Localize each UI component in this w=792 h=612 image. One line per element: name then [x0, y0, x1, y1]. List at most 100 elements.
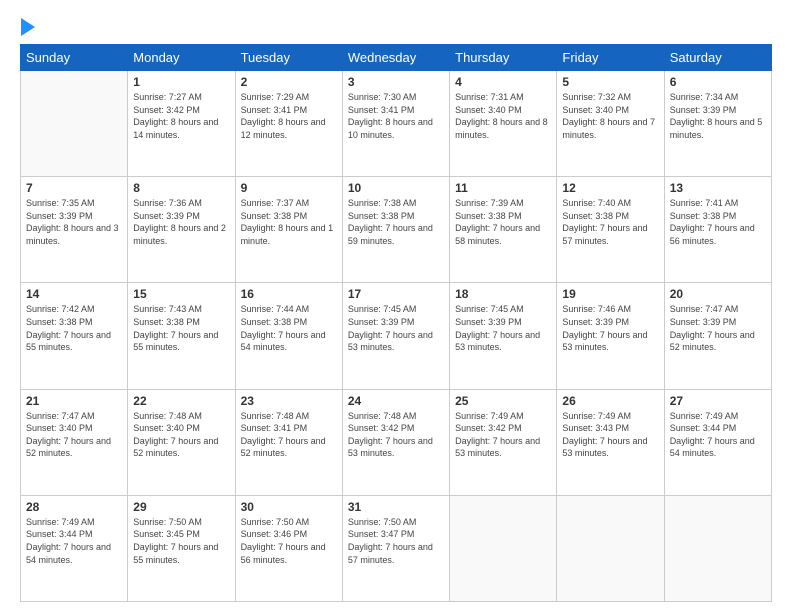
cell-info: Sunrise: 7:39 AMSunset: 3:38 PMDaylight:…: [455, 197, 551, 247]
cell-info: Sunrise: 7:30 AMSunset: 3:41 PMDaylight:…: [348, 91, 444, 141]
cell-date-number: 9: [241, 181, 337, 195]
cell-date-number: 22: [133, 394, 229, 408]
cell-date-number: 2: [241, 75, 337, 89]
cell-info: Sunrise: 7:37 AMSunset: 3:38 PMDaylight:…: [241, 197, 337, 247]
calendar-header-row: SundayMondayTuesdayWednesdayThursdayFrid…: [21, 45, 772, 71]
cell-info: Sunrise: 7:49 AMSunset: 3:42 PMDaylight:…: [455, 410, 551, 460]
weekday-header-tuesday: Tuesday: [235, 45, 342, 71]
calendar-cell: 24 Sunrise: 7:48 AMSunset: 3:42 PMDayligh…: [342, 389, 449, 495]
calendar-cell: 3 Sunrise: 7:30 AMSunset: 3:41 PMDaylight…: [342, 71, 449, 177]
cell-info: Sunrise: 7:46 AMSunset: 3:39 PMDaylight:…: [562, 303, 658, 353]
calendar-cell: 21 Sunrise: 7:47 AMSunset: 3:40 PMDayligh…: [21, 389, 128, 495]
cell-date-number: 7: [26, 181, 122, 195]
cell-info: Sunrise: 7:48 AMSunset: 3:40 PMDaylight:…: [133, 410, 229, 460]
calendar-cell: 26Sunrise: 7:49 AMSunset: 3:43 PMDayligh…: [557, 389, 664, 495]
cell-info: Sunrise: 7:49 AMSunset: 3:44 PMDaylight:…: [26, 516, 122, 566]
calendar-cell: 17 Sunrise: 7:45 AMSunset: 3:39 PMDayligh…: [342, 283, 449, 389]
calendar-cell: [450, 495, 557, 601]
cell-date-number: 19: [562, 287, 658, 301]
calendar-cell: 5 Sunrise: 7:32 AMSunset: 3:40 PMDaylight…: [557, 71, 664, 177]
cell-date-number: 17: [348, 287, 444, 301]
weekday-header-wednesday: Wednesday: [342, 45, 449, 71]
cell-date-number: 21: [26, 394, 122, 408]
cell-date-number: 27: [670, 394, 766, 408]
calendar-cell: 20 Sunrise: 7:47 AMSunset: 3:39 PMDayligh…: [664, 283, 771, 389]
weekday-header-thursday: Thursday: [450, 45, 557, 71]
calendar-cell: 11 Sunrise: 7:39 AMSunset: 3:38 PMDayligh…: [450, 177, 557, 283]
cell-date-number: 8: [133, 181, 229, 195]
cell-date-number: 3: [348, 75, 444, 89]
calendar-cell: 12 Sunrise: 7:40 AMSunset: 3:38 PMDayligh…: [557, 177, 664, 283]
calendar-table: SundayMondayTuesdayWednesdayThursdayFrid…: [20, 44, 772, 602]
cell-date-number: 13: [670, 181, 766, 195]
cell-info: Sunrise: 7:31 AMSunset: 3:40 PMDaylight:…: [455, 91, 551, 141]
calendar-cell: 31 Sunrise: 7:50 AMSunset: 3:47 PMDayligh…: [342, 495, 449, 601]
cell-info: Sunrise: 7:42 AMSunset: 3:38 PMDaylight:…: [26, 303, 122, 353]
cell-info: Sunrise: 7:47 AMSunset: 3:40 PMDaylight:…: [26, 410, 122, 460]
cell-date-number: 5: [562, 75, 658, 89]
logo-container: [20, 18, 35, 36]
weekday-header-sunday: Sunday: [21, 45, 128, 71]
calendar-cell: 30 Sunrise: 7:50 AMSunset: 3:46 PMDayligh…: [235, 495, 342, 601]
cell-date-number: 11: [455, 181, 551, 195]
calendar-cell: 15Sunrise: 7:43 AMSunset: 3:38 PMDayligh…: [128, 283, 235, 389]
calendar-cell: 13Sunrise: 7:41 AMSunset: 3:38 PMDayligh…: [664, 177, 771, 283]
calendar-week-1: 7 Sunrise: 7:35 AMSunset: 3:39 PMDaylight…: [21, 177, 772, 283]
cell-info: Sunrise: 7:34 AMSunset: 3:39 PMDaylight:…: [670, 91, 766, 141]
cell-info: Sunrise: 7:47 AMSunset: 3:39 PMDaylight:…: [670, 303, 766, 353]
cell-date-number: 29: [133, 500, 229, 514]
cell-info: Sunrise: 7:50 AMSunset: 3:47 PMDaylight:…: [348, 516, 444, 566]
cell-info: Sunrise: 7:45 AMSunset: 3:39 PMDaylight:…: [348, 303, 444, 353]
calendar-cell: 19 Sunrise: 7:46 AMSunset: 3:39 PMDayligh…: [557, 283, 664, 389]
calendar-cell: 22 Sunrise: 7:48 AMSunset: 3:40 PMDayligh…: [128, 389, 235, 495]
calendar-week-0: 1 Sunrise: 7:27 AMSunset: 3:42 PMDaylight…: [21, 71, 772, 177]
cell-info: Sunrise: 7:32 AMSunset: 3:40 PMDaylight:…: [562, 91, 658, 141]
cell-date-number: 10: [348, 181, 444, 195]
cell-date-number: 16: [241, 287, 337, 301]
calendar-cell: 2Sunrise: 7:29 AMSunset: 3:41 PMDaylight…: [235, 71, 342, 177]
weekday-header-monday: Monday: [128, 45, 235, 71]
calendar-cell: 23Sunrise: 7:48 AMSunset: 3:41 PMDayligh…: [235, 389, 342, 495]
cell-info: Sunrise: 7:38 AMSunset: 3:38 PMDaylight:…: [348, 197, 444, 247]
cell-date-number: 6: [670, 75, 766, 89]
calendar-cell: 18 Sunrise: 7:45 AMSunset: 3:39 PMDayligh…: [450, 283, 557, 389]
calendar-cell: [21, 71, 128, 177]
cell-date-number: 28: [26, 500, 122, 514]
cell-date-number: 12: [562, 181, 658, 195]
calendar-cell: [557, 495, 664, 601]
page: SundayMondayTuesdayWednesdayThursdayFrid…: [0, 0, 792, 612]
calendar-cell: 9 Sunrise: 7:37 AMSunset: 3:38 PMDaylight…: [235, 177, 342, 283]
calendar-week-3: 21 Sunrise: 7:47 AMSunset: 3:40 PMDayligh…: [21, 389, 772, 495]
logo-arrow-icon: [21, 18, 35, 36]
cell-date-number: 20: [670, 287, 766, 301]
header: [20, 18, 772, 36]
calendar-cell: 27 Sunrise: 7:49 AMSunset: 3:44 PMDayligh…: [664, 389, 771, 495]
cell-date-number: 18: [455, 287, 551, 301]
calendar-cell: 28 Sunrise: 7:49 AMSunset: 3:44 PMDayligh…: [21, 495, 128, 601]
calendar-week-4: 28 Sunrise: 7:49 AMSunset: 3:44 PMDayligh…: [21, 495, 772, 601]
weekday-header-friday: Friday: [557, 45, 664, 71]
cell-info: Sunrise: 7:27 AMSunset: 3:42 PMDaylight:…: [133, 91, 229, 141]
cell-info: Sunrise: 7:50 AMSunset: 3:46 PMDaylight:…: [241, 516, 337, 566]
cell-info: Sunrise: 7:45 AMSunset: 3:39 PMDaylight:…: [455, 303, 551, 353]
cell-info: Sunrise: 7:36 AMSunset: 3:39 PMDaylight:…: [133, 197, 229, 247]
calendar-cell: 10 Sunrise: 7:38 AMSunset: 3:38 PMDayligh…: [342, 177, 449, 283]
cell-info: Sunrise: 7:50 AMSunset: 3:45 PMDaylight:…: [133, 516, 229, 566]
cell-date-number: 26: [562, 394, 658, 408]
cell-info: Sunrise: 7:44 AMSunset: 3:38 PMDaylight:…: [241, 303, 337, 353]
cell-date-number: 31: [348, 500, 444, 514]
calendar-cell: 14Sunrise: 7:42 AMSunset: 3:38 PMDayligh…: [21, 283, 128, 389]
cell-info: Sunrise: 7:48 AMSunset: 3:41 PMDaylight:…: [241, 410, 337, 460]
cell-date-number: 30: [241, 500, 337, 514]
calendar-cell: 6 Sunrise: 7:34 AMSunset: 3:39 PMDaylight…: [664, 71, 771, 177]
weekday-header-saturday: Saturday: [664, 45, 771, 71]
logo: [20, 18, 35, 36]
cell-info: Sunrise: 7:49 AMSunset: 3:44 PMDaylight:…: [670, 410, 766, 460]
cell-info: Sunrise: 7:35 AMSunset: 3:39 PMDaylight:…: [26, 197, 122, 247]
cell-info: Sunrise: 7:40 AMSunset: 3:38 PMDaylight:…: [562, 197, 658, 247]
cell-info: Sunrise: 7:48 AMSunset: 3:42 PMDaylight:…: [348, 410, 444, 460]
cell-date-number: 1: [133, 75, 229, 89]
cell-date-number: 4: [455, 75, 551, 89]
cell-date-number: 24: [348, 394, 444, 408]
calendar-cell: 25Sunrise: 7:49 AMSunset: 3:42 PMDayligh…: [450, 389, 557, 495]
